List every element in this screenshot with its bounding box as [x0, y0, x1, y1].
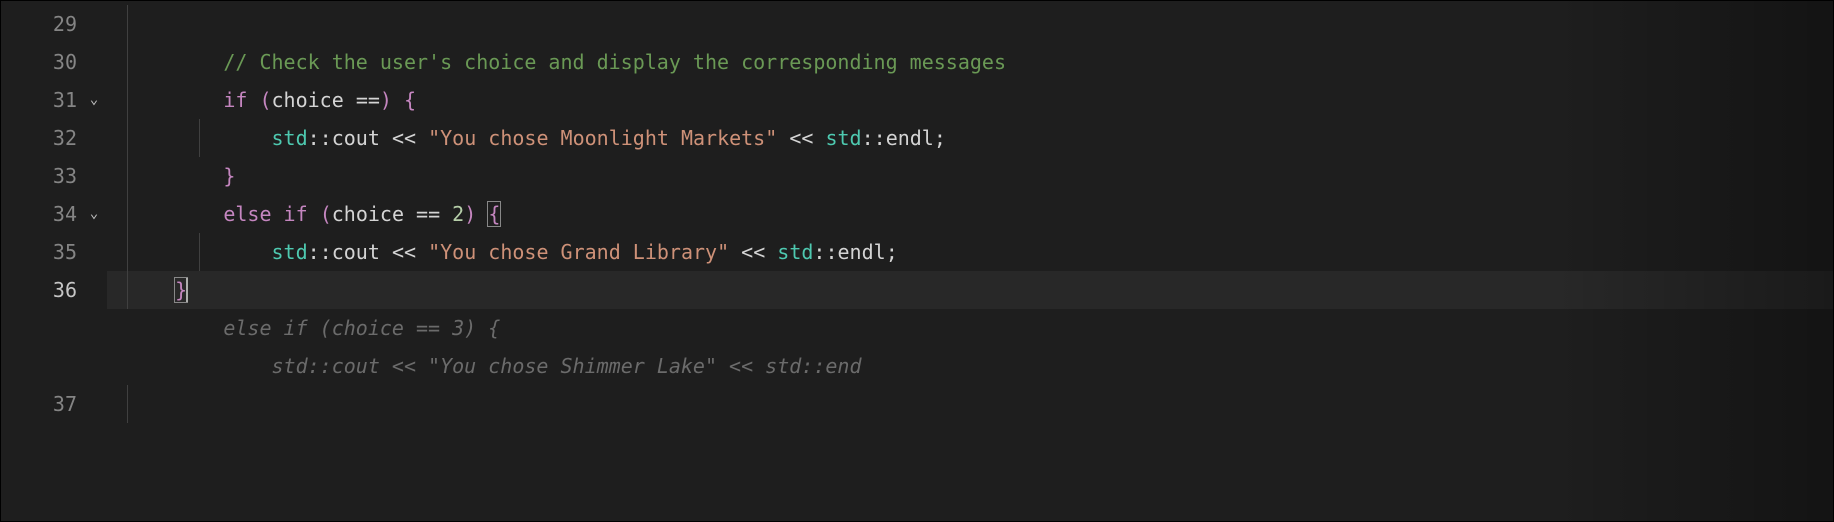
ghost-text: else if (choice == 3) {	[223, 316, 500, 340]
code-line[interactable]: std::cout << "You chose Moonlight Market…	[107, 119, 1833, 157]
line-number[interactable]: 35	[1, 233, 107, 271]
code-line[interactable]: // Check the user's choice and display t…	[107, 43, 1833, 81]
line-number	[1, 309, 107, 347]
code-editor[interactable]: 29 30 31⌄ 32 33 34⌄ 35 36 37 // Check th…	[0, 0, 1834, 522]
chevron-down-icon[interactable]: ⌄	[85, 87, 103, 114]
code-line[interactable]	[107, 5, 1833, 43]
line-number[interactable]: 31⌄	[1, 81, 107, 119]
inline-suggestion[interactable]: std::cout << "You chose Shimmer Lake" <<…	[107, 347, 1833, 385]
keyword-token: if	[223, 88, 247, 112]
string-token: "You chose Moonlight Markets"	[428, 126, 777, 150]
bracket-match: {	[487, 201, 501, 227]
line-number-active[interactable]: 36	[1, 271, 107, 309]
gutter: 29 30 31⌄ 32 33 34⌄ 35 36 37	[1, 1, 107, 521]
line-number[interactable]: 33	[1, 157, 107, 195]
code-line-active[interactable]: }	[107, 271, 1833, 309]
chevron-down-icon[interactable]: ⌄	[85, 201, 103, 228]
code-line[interactable]: }	[107, 157, 1833, 195]
ghost-text: std::cout << "You chose Shimmer Lake" <<…	[272, 354, 862, 378]
code-area[interactable]: // Check the user's choice and display t…	[107, 1, 1833, 521]
text-cursor	[186, 278, 188, 302]
comment-token: // Check the user's choice and display t…	[223, 50, 1006, 74]
line-number[interactable]: 37	[1, 385, 107, 423]
code-line[interactable]: std::cout << "You chose Grand Library" <…	[107, 233, 1833, 271]
inline-suggestion[interactable]: else if (choice == 3) {	[107, 309, 1833, 347]
line-number[interactable]: 34⌄	[1, 195, 107, 233]
number-token: 2	[452, 202, 464, 226]
code-line[interactable]: if (choice ==) {	[107, 81, 1833, 119]
line-number	[1, 347, 107, 385]
line-number[interactable]: 30	[1, 43, 107, 81]
code-line[interactable]: else if (choice == 2) {	[107, 195, 1833, 233]
line-number[interactable]: 32	[1, 119, 107, 157]
line-number[interactable]: 29	[1, 5, 107, 43]
string-token: "You chose Grand Library"	[428, 240, 729, 264]
code-line[interactable]	[107, 385, 1833, 423]
